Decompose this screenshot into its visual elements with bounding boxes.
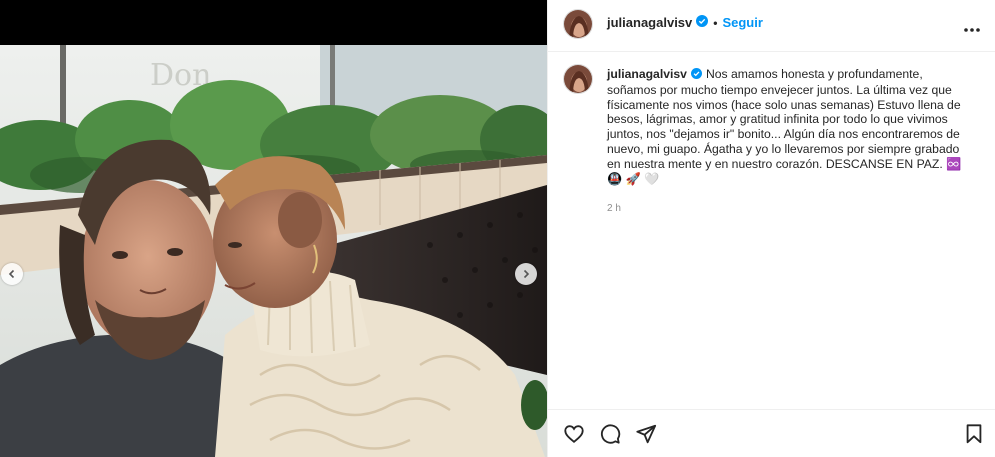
verified-badge-icon [696, 15, 709, 30]
more-options-button[interactable] [963, 20, 981, 32]
caption-text: Nos amamos honesta y profundamente, soña… [607, 67, 961, 171]
bookmark-icon [966, 424, 982, 444]
follow-button[interactable]: Seguir [722, 15, 762, 30]
share-button[interactable] [635, 423, 657, 445]
header-user-row: julianagalvisv • Seguir [607, 15, 763, 30]
chevron-left-icon [8, 269, 15, 279]
media-pane: Don [0, 0, 547, 457]
like-button[interactable] [563, 423, 585, 445]
post-side-panel: julianagalvisv • Seguir julianagalvisv No… [547, 0, 995, 457]
post-timestamp[interactable]: 2 h [607, 203, 621, 214]
avatar[interactable] [563, 9, 593, 39]
send-icon [636, 424, 657, 444]
post-caption: julianagalvisv Nos amamos honesta y profu… [607, 67, 967, 186]
comment-icon [600, 424, 621, 444]
previous-photo-button[interactable] [1, 263, 23, 285]
verified-badge-icon [690, 68, 702, 83]
more-horizontal-icon [964, 28, 980, 32]
caption-username[interactable]: julianagalvisv [607, 67, 687, 81]
chevron-right-icon [523, 269, 530, 279]
header-username[interactable]: julianagalvisv [607, 15, 692, 30]
comment-button[interactable] [599, 423, 621, 445]
caption-avatar[interactable] [563, 64, 593, 94]
save-button[interactable] [963, 423, 985, 445]
post-header: julianagalvisv • Seguir [548, 0, 995, 52]
heart-icon [564, 425, 584, 443]
instagram-post-view: Don julianagalvisv • Seguir julianagalvi… [0, 0, 995, 457]
next-photo-button[interactable] [515, 263, 537, 285]
action-bar [548, 409, 995, 457]
separator-dot: • [713, 15, 718, 30]
post-photo[interactable]: Don [0, 45, 547, 457]
